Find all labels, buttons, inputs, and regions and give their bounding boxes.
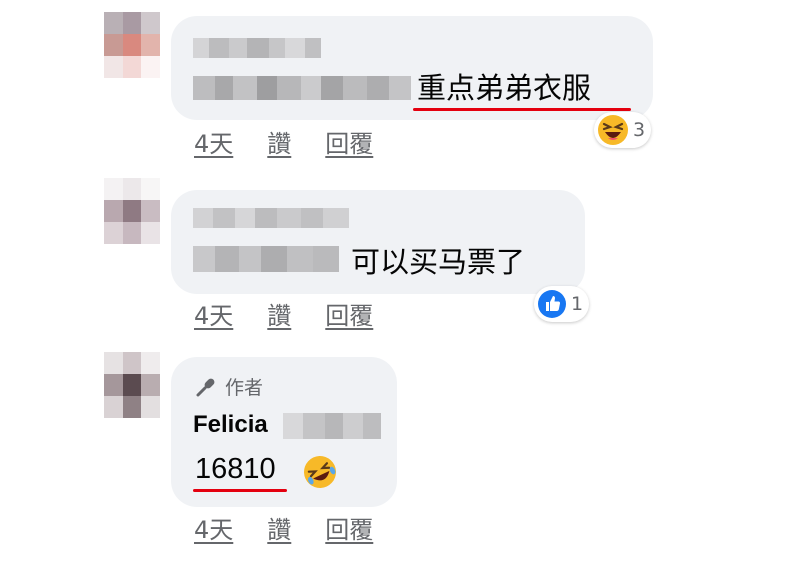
- comment-text: 16810: [195, 453, 276, 485]
- rolling-on-floor-laughing-emoji-icon: [304, 456, 336, 488]
- red-underline: [413, 108, 631, 111]
- avatar[interactable]: [104, 12, 160, 78]
- avatar[interactable]: [104, 352, 160, 418]
- author-name[interactable]: Felicia: [193, 411, 268, 439]
- timestamp-link[interactable]: 4天: [194, 132, 233, 156]
- reply-button[interactable]: 回覆: [325, 518, 373, 542]
- comment-actions: 4天 讚 回覆: [194, 132, 407, 156]
- like-button[interactable]: 讚: [267, 304, 291, 328]
- comment-actions: 4天 讚 回覆: [194, 304, 407, 328]
- reaction-count: 1: [571, 293, 584, 315]
- like-button[interactable]: 讚: [267, 518, 291, 542]
- reaction-badge[interactable]: 1: [534, 286, 590, 322]
- blurred-author-surname: [283, 413, 381, 439]
- timestamp-link[interactable]: 4天: [194, 518, 233, 542]
- microphone-icon: [196, 378, 215, 396]
- reply-button[interactable]: 回覆: [325, 304, 373, 328]
- timestamp-link[interactable]: 4天: [194, 304, 233, 328]
- avatar[interactable]: [104, 178, 160, 244]
- comment-bubble: 可以买马票了: [171, 190, 585, 294]
- comment-bubble: 作者 Felicia 16810: [171, 357, 397, 507]
- blurred-text: [193, 246, 339, 272]
- red-underline: [193, 489, 287, 492]
- comment-text: 可以买马票了: [351, 245, 526, 279]
- blurred-text: [193, 76, 411, 100]
- author-badge: 作者: [195, 373, 263, 400]
- blurred-author-name: [193, 208, 349, 228]
- author-badge-label: 作者: [225, 377, 264, 399]
- like-button[interactable]: 讚: [267, 132, 291, 156]
- comment-bubble: 重点弟弟衣服: [171, 16, 653, 120]
- comment-text: 重点弟弟衣服: [417, 71, 592, 105]
- blurred-author-name: [193, 38, 321, 58]
- like-thumb-icon: [538, 290, 566, 318]
- reply-button[interactable]: 回覆: [325, 132, 373, 156]
- comment-actions: 4天 讚 回覆: [194, 518, 407, 542]
- reaction-badge[interactable]: 3: [594, 112, 652, 148]
- laughing-emoji-icon: [598, 115, 628, 145]
- reaction-count: 3: [633, 119, 646, 141]
